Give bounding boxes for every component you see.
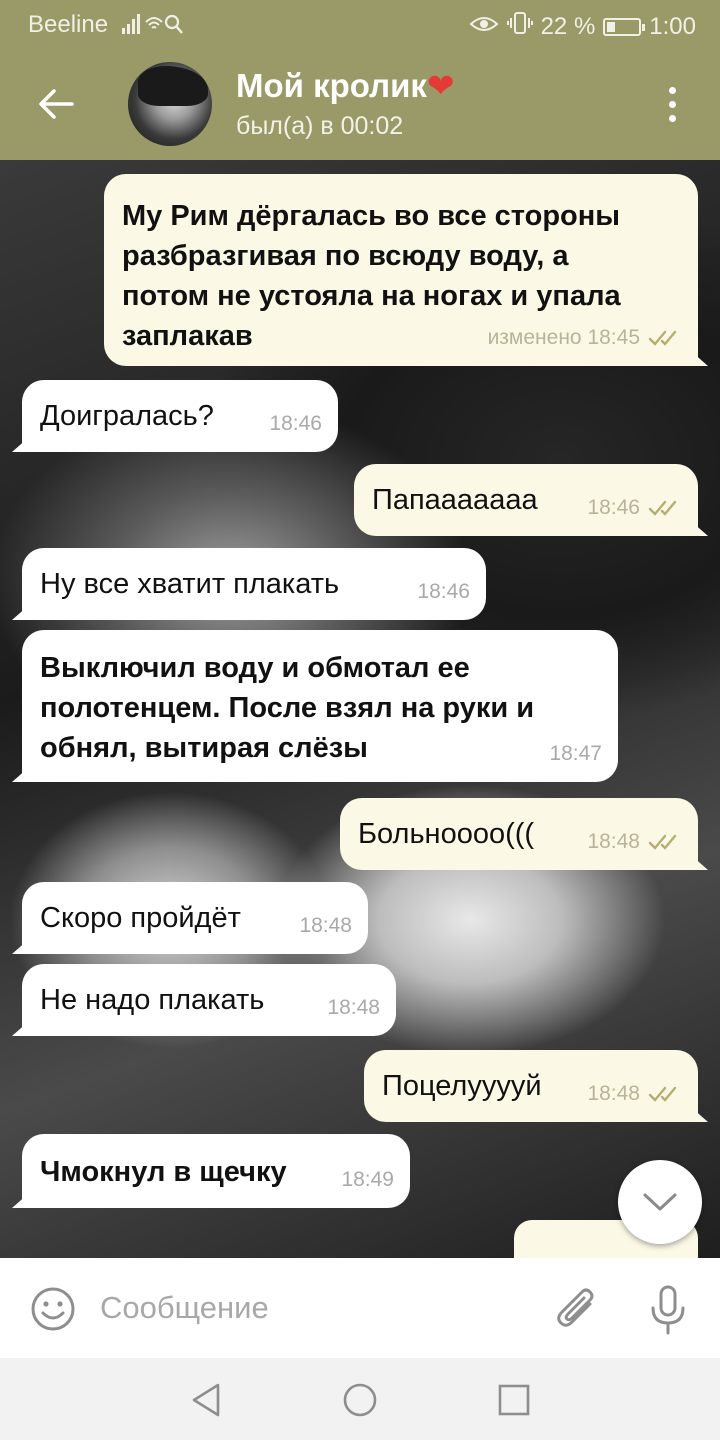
chevron-down-icon [643,1193,677,1211]
message-meta: 18:47 [549,734,602,774]
message-meta: 18:48 [299,906,352,946]
double-check-icon [648,330,677,346]
contact-name: Мой кролик [236,67,427,104]
screen: Beeline 22 % 1:00 Мой кролик❤ был(а) в 0… [0,0,720,1440]
message-meta: 18:46 [417,572,470,612]
double-check-icon [648,834,677,850]
message-text: Выключил воду и обмотал ее полотенцем. П… [40,652,535,764]
vibrate-icon [506,11,533,42]
message-meta: 18:46 [587,488,682,528]
double-check-icon [648,1086,677,1102]
message-time: 18:48 [587,1082,640,1105]
message-meta: 18:48 [587,1074,682,1114]
status-bar: Beeline 22 % 1:00 [0,0,720,48]
back-button[interactable] [30,78,82,130]
clock: 1:00 [649,12,696,40]
microphone-button[interactable] [648,1284,688,1336]
message-meta: 18:48 [327,988,380,1028]
message-meta: 18:48 [587,822,682,862]
system-nav-bar [0,1358,720,1440]
message-time: 18:48 [327,996,380,1019]
message-time: 18:48 [299,914,352,937]
menu-button[interactable] [648,78,696,130]
last-seen-status: был(а) в 00:02 [236,112,404,140]
composer-bar [0,1258,720,1358]
message-input[interactable] [100,1284,520,1332]
message-time: 18:46 [417,580,470,603]
nav-back-button[interactable] [186,1380,226,1420]
message-time: 18:48 [587,830,640,853]
message-bubble-incoming[interactable]: Выключил воду и обмотал ее полотенцем. П… [22,630,618,782]
message-time: изменено 18:45 [487,326,640,349]
circle-home-icon [343,1383,377,1417]
message-bubble-outgoing[interactable]: Поцелууууй 18:48 [364,1050,698,1122]
message-bubble-incoming[interactable]: Чмокнул в щечку 18:49 [22,1134,410,1208]
chat-title[interactable]: Мой кролик❤ [236,66,455,105]
smile-icon [31,1287,75,1331]
message-bubble-incoming[interactable]: Доигралась? 18:46 [22,380,338,452]
message-list[interactable]: Му Рим дёргалась во все стороны разбразг… [0,160,720,1258]
message-time: 18:47 [549,742,602,765]
nav-home-button[interactable] [340,1380,380,1420]
message-time: 18:46 [587,496,640,519]
message-meta: 18:49 [341,1160,394,1200]
signal-icon [122,12,184,42]
square-recents-icon [498,1384,530,1416]
message-bubble-incoming[interactable]: Не надо плакать 18:48 [22,964,396,1036]
chat-header: Мой кролик❤ был(а) в 00:02 [0,48,720,160]
eye-icon [469,13,499,41]
message-meta: изменено 18:45 [488,318,682,358]
message-bubble-outgoing[interactable]: Му Рим дёргалась во все стороны разбразг… [104,174,698,366]
attach-button[interactable] [554,1284,600,1334]
arrow-left-icon [39,89,74,119]
message-bubble-outgoing[interactable]: Папааааааа 18:46 [354,464,698,536]
message-bubble-incoming[interactable]: Ну все хватит плакать 18:46 [22,548,486,620]
message-bubble-incoming[interactable]: Скоро пройдёт 18:48 [22,882,368,954]
heart-emoji: ❤ [426,67,455,104]
triangle-back-icon [192,1383,220,1417]
paperclip-icon [557,1288,594,1327]
microphone-icon [651,1285,685,1335]
carrier-name: Beeline [28,11,109,38]
message-meta: 18:46 [269,404,322,444]
double-check-icon [648,500,677,516]
message-bubble-outgoing[interactable]: Больнoooo((( 18:48 [340,798,698,870]
nav-recents-button[interactable] [494,1380,534,1420]
contact-avatar[interactable] [128,62,212,146]
scroll-down-button[interactable] [618,1160,702,1244]
message-time: 18:46 [269,412,322,435]
battery-percent: 22 % [540,12,596,40]
message-time: 18:49 [341,1168,394,1191]
battery-icon [603,17,646,36]
kebab-menu-icon [668,86,676,94]
emoji-button[interactable] [30,1286,76,1332]
status-right: 22 % 1:00 [469,11,696,42]
